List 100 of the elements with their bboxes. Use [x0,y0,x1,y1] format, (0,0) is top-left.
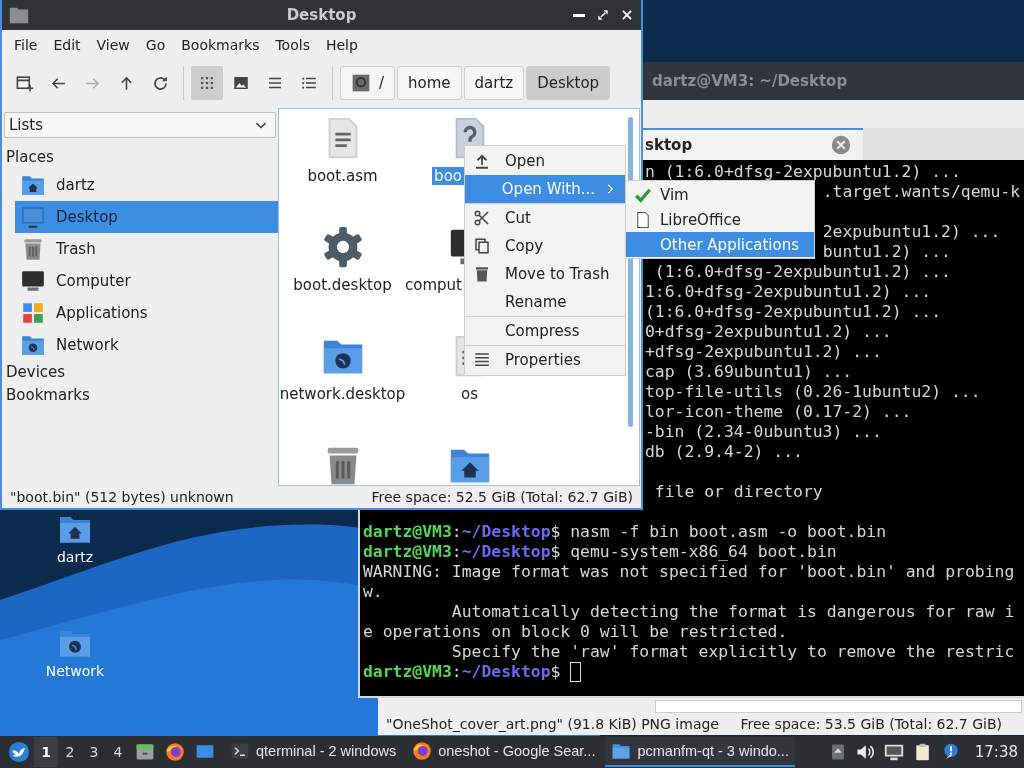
sidebar-item[interactable]: Network [15,329,278,361]
terminal-line: file or directory [654,484,823,500]
terminal-line: buntu1.2) ... [822,244,951,260]
terminal-line: Specify the 'raw' format explicitly to remove the restric [450,644,1015,660]
picture-icon [232,74,250,92]
terminal-prompt-line: dartz@VM3:~/Desktop$ qemu-system-x86_64 boot.bin [363,544,837,560]
close-button[interactable] [619,7,635,23]
sidebar-item[interactable]: Desktop [15,201,278,233]
status-text: "OneShot_cover_art.png" (91.8 KiB) PNG image [386,716,719,732]
workspace-button[interactable]: 4 [106,737,130,767]
terminal-line: Automatically detecting the format is dangerous for raw i [450,604,1015,620]
menu-item[interactable]: LibreOffice [626,207,814,232]
free-space-text: Free space: 52.5 GiB (Total: 62.7 GiB) [371,489,633,505]
window-title: dartz@VM3: ~/Desktop [652,72,848,90]
status-text: "boot.bin" (512 bytes) unknown [10,489,234,505]
menu-item[interactable]: Copy [465,232,625,260]
copy-icon [473,237,491,255]
file-name[interactable]: boot.desktop [291,276,394,294]
file-name[interactable]: network.desktop [279,385,408,403]
upload-arrow-icon [473,152,491,170]
close-icon [831,135,851,155]
taskbar-task[interactable]: pcmanfm-qt - 3 windo... [605,737,795,767]
menu-item[interactable]: Go [137,37,174,53]
menu-item[interactable]: Cut [465,204,625,232]
terminal-prompt-line: dartz@VM3:~/Desktop$ nasm -f bin boot.asm -o boot.bin [363,524,886,540]
terminal-line: top-file-utils (0.26-1ubuntu2) ... [645,384,981,400]
new-tab-icon [14,73,34,93]
monitor-icon [20,204,46,230]
path-field[interactable] [655,700,1022,713]
drawer-icon [135,742,155,762]
menu-item[interactable]: Bookmarks [173,37,268,53]
close-icon [620,8,634,22]
path-button[interactable]: / [340,66,396,100]
file-name[interactable]: comput [403,276,464,294]
minimize-icon [573,13,585,17]
maximize-button[interactable] [595,7,611,23]
icon-grid-icon [198,74,216,92]
menu-item[interactable]: Help [317,37,366,53]
menu-item[interactable]: Edit [45,37,89,53]
desktop-icon-label[interactable]: Network [45,663,105,679]
menu-item[interactable]: Tools [267,37,318,53]
menu-item[interactable]: View [88,37,138,53]
taskbar-task[interactable]: qterminal - 2 windows [224,737,403,767]
scissors-icon [473,209,491,227]
terminal-line: n (1:6.0+dfsg-2expubuntu1.2) ... [645,164,961,180]
computer-icon [20,268,46,294]
sidebar-item[interactable]: Applications [15,297,278,329]
clock: 17:38 [974,743,1018,761]
menu-item[interactable]: Open [465,147,625,175]
fox-globe-icon [165,742,185,762]
path-button[interactable]: Desktop [526,66,611,100]
terminal-line: 2expubuntu1.2) ... [822,224,1001,240]
workspace-button[interactable]: 3 [82,737,106,767]
lines-icon [473,351,491,369]
terminal-line: e operations on block 0 will be restricted. [363,624,788,640]
terminal-line: w. [363,584,383,600]
file-name[interactable]: os [459,385,480,403]
section-heading[interactable]: Devices [4,361,278,384]
menu-item[interactable]: Compress [465,317,625,345]
bird-logo-icon [8,741,30,763]
window-title: Desktop [286,6,357,24]
terminal-line: cap (3.69ubuntu1) ... [645,364,853,380]
terminal-line: 1:6.0+dfsg-2expubuntu1.2) ... [645,284,932,300]
path-button[interactable]: dartz [463,66,525,100]
menu-item[interactable]: Properties [465,346,625,374]
file-name[interactable]: boot.asm [305,167,380,185]
terminal-icon [230,741,250,761]
terminal-line: WARNING: Image format was not specified for 'boot.bin' and probing [363,564,1015,580]
view-dropdown[interactable]: Lists [4,112,276,138]
terminal-line: db (2.9.4-2) ... [645,444,803,460]
menu-item[interactable]: Rename [465,288,625,316]
taskbar-task[interactable]: oneshot - Google Sear... [406,737,602,767]
apps-grid-icon [20,300,46,326]
drive-icon [351,73,371,93]
free-space-text: Free space: 53.5 GiB (Total: 62.7 GiB) [740,716,1002,732]
path-button[interactable]: home [397,66,462,100]
terminal-line: (1:6.0+dfsg-2expubuntu1.2) ... [654,264,951,280]
maximize-icon [596,8,610,22]
terminal-line: -bin (2.34-0ubuntu3) ... [645,424,882,440]
terminal-line: lor-icon-theme (0.17-2) ... [645,404,912,420]
workspace-button[interactable]: 2 [58,737,82,767]
fox-globe-icon [412,741,433,761]
section-heading[interactable]: Places [4,146,278,169]
folder-icon [611,741,632,761]
icons-view-button[interactable] [191,66,223,100]
sidebar-item[interactable]: Computer [15,265,278,297]
terminal-prompt-line: dartz@VM3:~/Desktop$ [363,664,561,680]
terminal-line: .target.wants/qemu-k [822,184,1021,200]
sidebar-item[interactable]: dartz [15,169,278,201]
menu-item[interactable]: File [6,37,46,53]
terminal-tab[interactable]: sktop [643,128,863,160]
terminal-line: 0+dfsg-2expubuntu1.2) ... [645,324,892,340]
terminal-line: (1:6.0+dfsg-2expubuntu1.2) ... [645,304,942,320]
section-heading[interactable]: Bookmarks [4,384,278,407]
menu-item[interactable]: Move to Trash [465,260,625,288]
workspace-button[interactable]: 1 [34,737,58,767]
sidebar-item[interactable]: Trash [15,233,278,265]
trash-icon [473,265,491,283]
desktop-icon-label[interactable]: dartz [56,549,94,565]
menu-item[interactable]: Vim [626,182,814,207]
